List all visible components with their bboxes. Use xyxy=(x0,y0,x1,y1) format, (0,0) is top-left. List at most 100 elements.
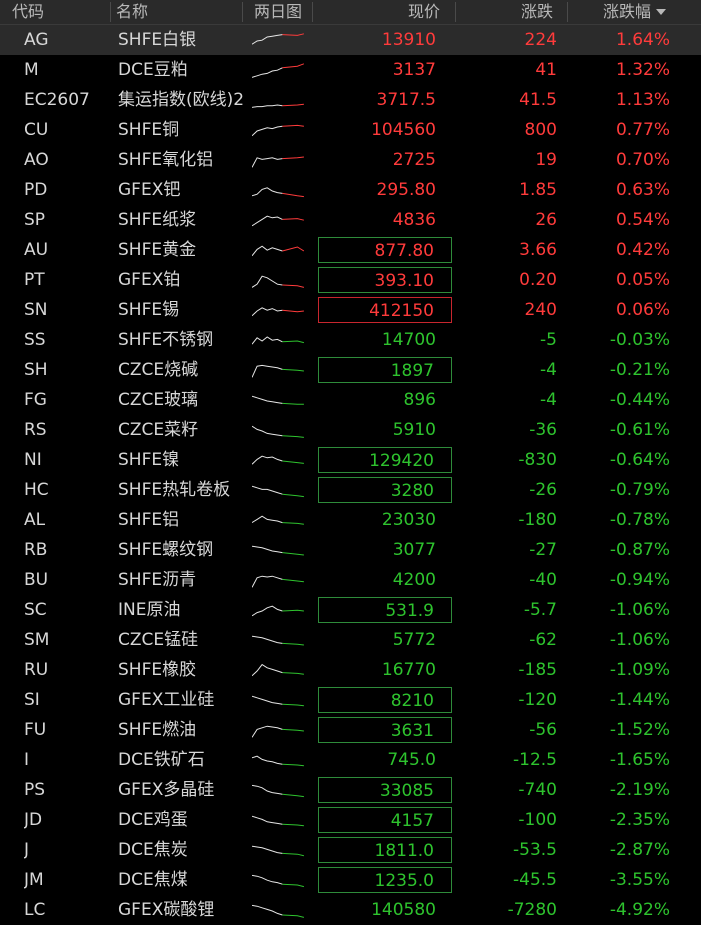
two-day-sparkline xyxy=(252,271,304,291)
table-row[interactable]: I DCE铁矿石 745.0 -12.5 -1.65% xyxy=(0,745,701,775)
table-row[interactable]: SC INE原油 531.9 -5.7 -1.06% xyxy=(0,595,701,625)
sparkline-today xyxy=(282,33,304,36)
price-change: -185 xyxy=(518,660,557,680)
table-row[interactable]: HC SHFE热轧卷板 3280 -26 -0.79% xyxy=(0,475,701,505)
sparkline-today xyxy=(282,672,304,675)
column-header-code[interactable]: 代码 xyxy=(12,0,44,24)
percent-change: 0.77% xyxy=(615,120,670,140)
table-body: AG SHFE白银 13910 224 1.64% M DCE豆粕 3137 41 1.32% EC… xyxy=(0,25,701,925)
two-day-sparkline xyxy=(252,601,304,621)
table-row[interactable]: EC2607 集运指数(欧线)2607 3717.5 41.5 1.13% xyxy=(0,85,701,115)
price-change: -120 xyxy=(518,690,557,710)
sparkline-history xyxy=(252,104,283,108)
sort-descending-icon[interactable] xyxy=(656,9,667,15)
table-row[interactable]: RU SHFE橡胶 16770 -185 -1.09% xyxy=(0,655,701,685)
percent-change: -2.19% xyxy=(609,780,670,800)
table-row[interactable]: JD DCE鸡蛋 4157 -100 -2.35% xyxy=(0,805,701,835)
table-row[interactable]: SN SHFE锡 412150 240 0.06% xyxy=(0,295,701,325)
two-day-sparkline xyxy=(252,841,304,861)
table-row[interactable]: AU SHFE黄金 877.80 3.66 0.42% xyxy=(0,235,701,265)
two-day-sparkline xyxy=(252,661,304,681)
column-divider[interactable] xyxy=(312,2,313,22)
percent-change: -1.65% xyxy=(609,750,670,770)
column-header-price[interactable]: 现价 xyxy=(408,0,440,24)
last-price: 745.0 xyxy=(387,750,436,770)
table-row[interactable]: SS SHFE不锈钢 14700 -5 -0.03% xyxy=(0,325,701,355)
table-row[interactable]: FG CZCE玻璃 896 -4 -0.44% xyxy=(0,385,701,415)
percent-change: -4.92% xyxy=(609,900,670,920)
column-divider[interactable] xyxy=(110,2,111,22)
sparkline-today xyxy=(282,578,304,583)
price-change: 1.85 xyxy=(519,180,557,200)
contract-code: SH xyxy=(24,360,48,380)
contract-code: AG xyxy=(24,30,49,50)
two-day-sparkline xyxy=(252,721,304,741)
table-row[interactable]: M DCE豆粕 3137 41 1.32% xyxy=(0,55,701,85)
contract-code: AO xyxy=(24,150,49,170)
table-row[interactable]: J DCE焦炭 1811.0 -53.5 -2.87% xyxy=(0,835,701,865)
table-row[interactable]: RB SHFE螺纹钢 3077 -27 -0.87% xyxy=(0,535,701,565)
table-row[interactable]: LC GFEX碳酸锂 140580 -7280 -4.92% xyxy=(0,895,701,925)
price-change: -62 xyxy=(529,630,557,650)
column-divider[interactable] xyxy=(455,2,456,22)
last-price: 1811.0 xyxy=(318,837,452,863)
table-row[interactable]: NI SHFE镍 129420 -830 -0.64% xyxy=(0,445,701,475)
column-divider[interactable] xyxy=(567,2,568,22)
contract-name: INE原油 xyxy=(118,600,181,620)
percent-change: -0.21% xyxy=(609,360,670,380)
sparkline-today xyxy=(282,793,304,798)
column-header-pct[interactable]: 涨跌幅 xyxy=(603,0,667,24)
contract-name: SHFE沥青 xyxy=(118,570,197,590)
sparkline-history xyxy=(252,34,283,45)
table-row[interactable]: AL SHFE铝 23030 -180 -0.78% xyxy=(0,505,701,535)
contract-code: AU xyxy=(24,240,49,260)
price-change: -36 xyxy=(529,420,557,440)
column-divider[interactable] xyxy=(242,2,243,22)
last-price: 14700 xyxy=(381,330,436,350)
contract-name: DCE焦炭 xyxy=(118,840,188,860)
contract-code: FU xyxy=(24,720,47,740)
percent-change: -0.79% xyxy=(609,480,670,500)
table-row[interactable]: JM DCE焦煤 1235.0 -45.5 -3.55% xyxy=(0,865,701,895)
percent-change: -0.44% xyxy=(609,390,670,410)
percent-change: -0.03% xyxy=(609,330,670,350)
contract-code: PD xyxy=(24,180,48,200)
price-change: -7280 xyxy=(507,900,557,920)
table-header: 代码 名称 两日图 现价 涨跌 涨跌幅 xyxy=(0,0,701,25)
last-price: 3077 xyxy=(392,540,436,560)
price-change: 41.5 xyxy=(519,90,557,110)
price-change: 3.66 xyxy=(519,240,557,260)
table-row[interactable]: CU SHFE铜 104560 800 0.77% xyxy=(0,115,701,145)
last-price: 2725 xyxy=(392,150,436,170)
sparkline-today xyxy=(282,823,304,827)
contract-name: CZCE玻璃 xyxy=(118,390,199,410)
table-row[interactable]: PS GFEX多晶硅 33085 -740 -2.19% xyxy=(0,775,701,805)
table-row[interactable]: AO SHFE氧化铝 2725 19 0.70% xyxy=(0,145,701,175)
table-row[interactable]: FU SHFE燃油 3631 -56 -1.52% xyxy=(0,715,701,745)
contract-name: SHFE氧化铝 xyxy=(118,150,214,170)
table-row[interactable]: SH CZCE烧碱 1897 -4 -0.21% xyxy=(0,355,701,385)
percent-change: -0.64% xyxy=(609,450,670,470)
price-change: -4 xyxy=(540,360,557,380)
two-day-sparkline xyxy=(252,451,304,471)
two-day-sparkline xyxy=(252,211,304,231)
table-row[interactable]: PD GFEX钯 295.80 1.85 0.63% xyxy=(0,175,701,205)
two-day-sparkline xyxy=(252,481,304,501)
sparkline-history xyxy=(252,784,283,795)
percent-change: 0.05% xyxy=(615,270,670,290)
table-row[interactable]: SM CZCE锰硅 5772 -62 -1.06% xyxy=(0,625,701,655)
price-change: -5.7 xyxy=(523,600,557,620)
percent-change: 1.32% xyxy=(615,60,670,80)
column-header-name[interactable]: 名称 xyxy=(116,0,148,24)
table-row[interactable]: BU SHFE沥青 4200 -40 -0.94% xyxy=(0,565,701,595)
table-row[interactable]: AG SHFE白银 13910 224 1.64% xyxy=(0,25,701,55)
column-header-chart[interactable]: 两日图 xyxy=(254,0,302,24)
table-row[interactable]: SP SHFE纸浆 4836 26 0.54% xyxy=(0,205,701,235)
table-row[interactable]: RS CZCE菜籽 5910 -36 -0.61% xyxy=(0,415,701,445)
last-price: 4200 xyxy=(392,570,436,590)
last-price: 393.10 xyxy=(318,267,452,293)
column-header-change[interactable]: 涨跌 xyxy=(521,0,553,24)
table-row[interactable]: SI GFEX工业硅 8210 -120 -1.44% xyxy=(0,685,701,715)
table-row[interactable]: PT GFEX铂 393.10 0.20 0.05% xyxy=(0,265,701,295)
sparkline-today xyxy=(282,368,304,372)
